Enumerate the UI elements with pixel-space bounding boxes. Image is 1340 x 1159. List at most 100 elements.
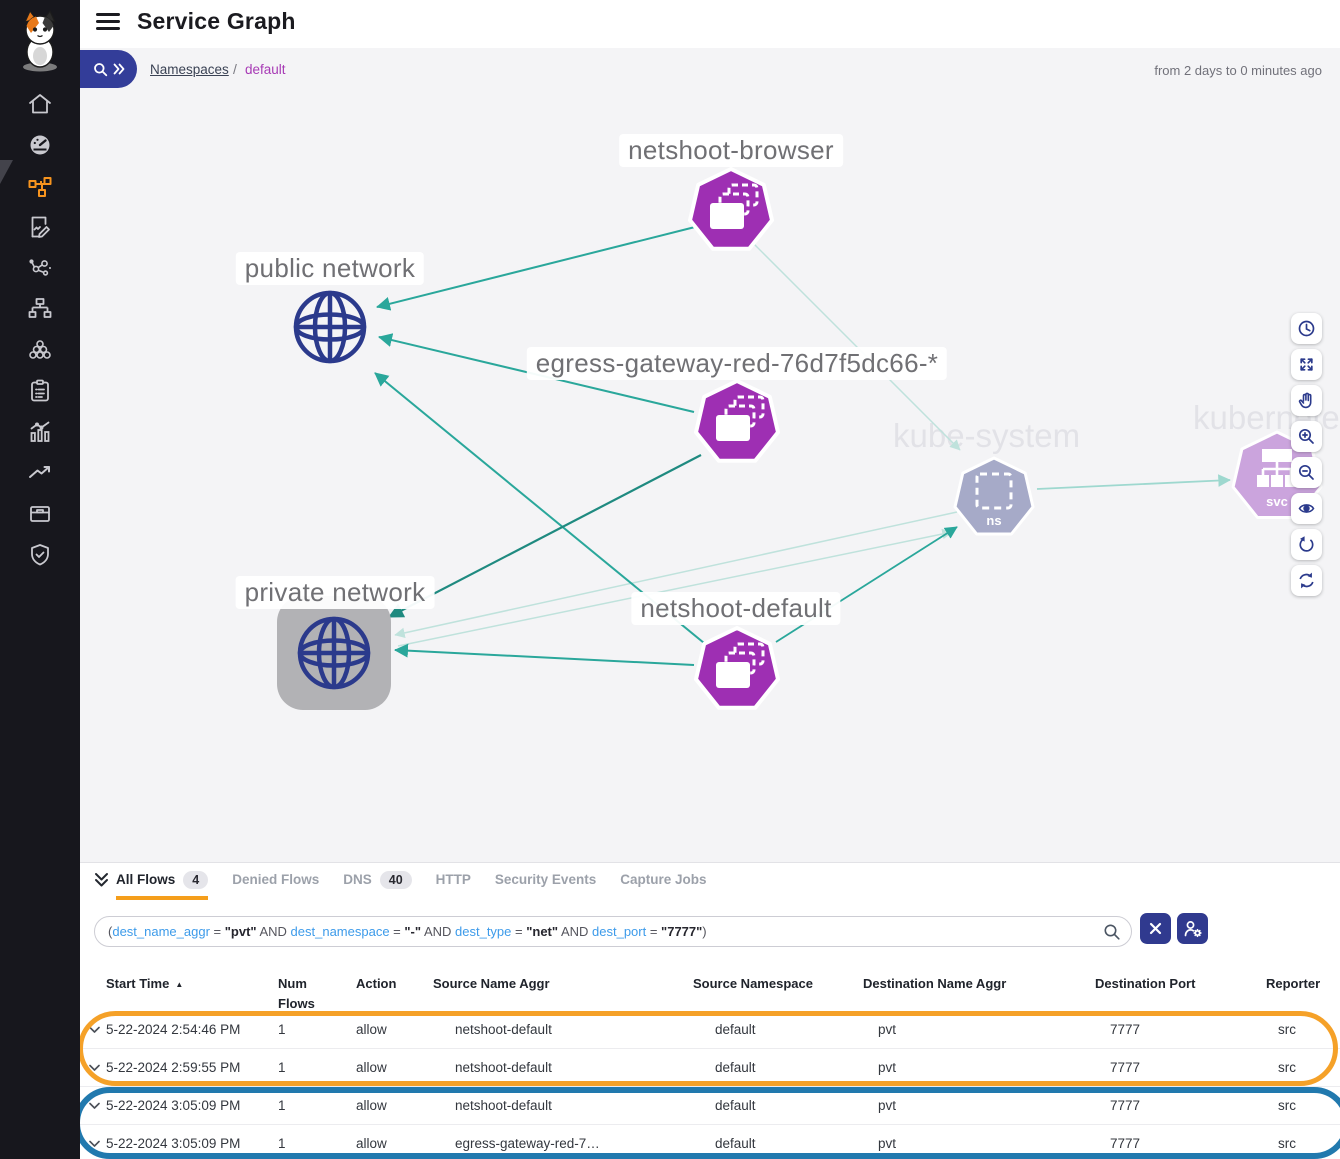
search-icon[interactable] bbox=[1103, 923, 1121, 941]
undo-icon bbox=[1297, 535, 1316, 554]
column-header-action[interactable]: Action bbox=[356, 961, 433, 1014]
filter-token-field: dest_port bbox=[592, 924, 646, 939]
active-section-wedge bbox=[0, 160, 13, 184]
column-header-source-name-aggr[interactable]: Source Name Aggr bbox=[433, 961, 693, 1014]
zoom-out-button[interactable] bbox=[1291, 457, 1322, 488]
cell-destination-port: 7777 bbox=[1095, 1136, 1266, 1151]
zoom-in-button[interactable] bbox=[1291, 421, 1322, 452]
filter-token-op: = bbox=[390, 924, 405, 939]
flows-tabs: All Flows4 Denied Flows DNS40 HTTP Security … bbox=[80, 863, 1340, 900]
cell-source-namespace: default bbox=[693, 1136, 863, 1151]
home-icon[interactable] bbox=[27, 91, 53, 117]
node-netshoot-default[interactable] bbox=[687, 620, 787, 720]
column-header-label: Source Namespace bbox=[693, 976, 813, 991]
cell-source-namespace: default bbox=[693, 1098, 863, 1113]
globe-icon bbox=[300, 619, 368, 687]
tab-all-flows[interactable]: All Flows4 bbox=[116, 863, 208, 900]
flow-row[interactable]: 5-22-2024 3:05:09 PM1allowegress-gateway… bbox=[80, 1124, 1340, 1159]
flow-row[interactable]: 5-22-2024 2:59:55 PM1allownetshoot-defau… bbox=[80, 1048, 1340, 1086]
node-private-network[interactable] bbox=[289, 608, 379, 698]
globe-icon bbox=[296, 293, 364, 361]
dashboard-icon[interactable] bbox=[27, 132, 53, 158]
undo-button[interactable] bbox=[1291, 529, 1322, 560]
fit-screen-button[interactable] bbox=[1291, 349, 1322, 380]
cell-action: allow bbox=[356, 1060, 433, 1075]
column-header-destination-name-aggr[interactable]: Destination Name Aggr bbox=[863, 961, 1095, 1014]
menu-icon[interactable] bbox=[96, 13, 120, 35]
tab-capture-jobs[interactable]: Capture Jobs bbox=[620, 863, 706, 900]
cell-reporter: src bbox=[1266, 1060, 1340, 1075]
cell-source-name-aggr: netshoot-default bbox=[433, 1098, 693, 1113]
column-header-reporter[interactable]: Reporter bbox=[1266, 961, 1340, 1014]
service-graph-canvas: Namespaces / default from 2 days to 0 mi… bbox=[80, 48, 1340, 862]
node-public-network[interactable] bbox=[285, 282, 375, 372]
cluster-icon[interactable] bbox=[27, 337, 53, 363]
clear-filter-button[interactable] bbox=[1140, 913, 1171, 944]
user-gear-icon bbox=[1183, 919, 1203, 939]
row-expander[interactable] bbox=[80, 1064, 106, 1072]
column-header-label: Action bbox=[356, 976, 396, 991]
breadcrumb-namespaces-link[interactable]: Namespaces bbox=[150, 62, 229, 77]
flow-row[interactable]: 5-22-2024 3:05:09 PM1allownetshoot-defau… bbox=[80, 1086, 1340, 1124]
graph-search-button[interactable] bbox=[80, 50, 137, 88]
storage-icon[interactable] bbox=[27, 501, 53, 527]
cell-destination-port: 7777 bbox=[1095, 1022, 1266, 1037]
cell-destination-port: 7777 bbox=[1095, 1098, 1266, 1113]
cell-num-flows: 1 bbox=[278, 1060, 356, 1075]
column-header-start-time[interactable]: Start Time▲ bbox=[106, 961, 278, 1014]
node-egress-gateway[interactable] bbox=[687, 373, 787, 473]
zoom-out-icon bbox=[1297, 463, 1316, 482]
cell-destination-name-aggr: pvt bbox=[863, 1098, 1095, 1113]
network-icon[interactable] bbox=[27, 255, 53, 281]
node-netshoot-browser[interactable] bbox=[681, 161, 781, 261]
column-header-source-namespace[interactable]: Source Namespace bbox=[693, 961, 863, 1014]
service-graph-icon[interactable] bbox=[27, 173, 53, 199]
cell-start-time: 5-22-2024 2:59:55 PM bbox=[106, 1060, 278, 1075]
trends-icon[interactable] bbox=[27, 460, 53, 486]
breadcrumb-separator: / bbox=[233, 61, 237, 77]
column-header-label: Start Time bbox=[106, 976, 169, 991]
node-label: netshoot-browser bbox=[619, 134, 843, 167]
tab-label: Capture Jobs bbox=[620, 872, 706, 887]
tab-count-badge: 40 bbox=[380, 871, 412, 889]
chevron-double-right-icon bbox=[113, 63, 125, 75]
filter-expression-input[interactable]: (dest_name_aggr = "pvt" AND dest_namespa… bbox=[94, 916, 1132, 947]
visibility-button[interactable] bbox=[1291, 493, 1322, 524]
filter-token-keyword: AND bbox=[558, 924, 592, 939]
tab-security-events[interactable]: Security Events bbox=[495, 863, 596, 900]
cell-source-namespace: default bbox=[693, 1060, 863, 1075]
cell-num-flows: 1 bbox=[278, 1022, 356, 1037]
pan-button[interactable] bbox=[1291, 385, 1322, 416]
time-button[interactable] bbox=[1291, 313, 1322, 344]
tab-dns[interactable]: DNS40 bbox=[343, 863, 411, 900]
filter-token-op: = bbox=[511, 924, 526, 939]
cell-destination-name-aggr: pvt bbox=[863, 1022, 1095, 1037]
flow-row[interactable]: 5-22-2024 2:54:46 PM1allownetshoot-defau… bbox=[80, 1011, 1340, 1048]
topology-icon[interactable] bbox=[27, 296, 53, 322]
column-header-destination-port[interactable]: Destination Port bbox=[1095, 961, 1266, 1014]
tab-label: HTTP bbox=[436, 872, 471, 887]
reports-icon[interactable] bbox=[27, 419, 53, 445]
column-header-label: Reporter bbox=[1266, 976, 1320, 991]
eye-icon bbox=[1297, 499, 1316, 518]
row-expander[interactable] bbox=[80, 1102, 106, 1110]
cell-num-flows: 1 bbox=[278, 1098, 356, 1113]
tab-label: All Flows bbox=[116, 872, 175, 887]
compliance-icon[interactable] bbox=[27, 378, 53, 404]
column-header-num-flows[interactable]: Num Flows bbox=[278, 961, 356, 1014]
refresh-icon bbox=[1297, 571, 1316, 590]
close-icon bbox=[1149, 922, 1162, 935]
tab-http[interactable]: HTTP bbox=[436, 863, 471, 900]
manage-columns-button[interactable] bbox=[1177, 913, 1208, 944]
policies-icon[interactable] bbox=[27, 214, 53, 240]
row-expander[interactable] bbox=[80, 1026, 106, 1034]
refresh-button[interactable] bbox=[1291, 565, 1322, 596]
tab-denied-flows[interactable]: Denied Flows bbox=[232, 863, 319, 900]
row-expander[interactable] bbox=[80, 1140, 106, 1148]
node-kube-system-namespace[interactable]: ns bbox=[944, 448, 1044, 548]
filter-token-value: "pvt" bbox=[225, 924, 257, 939]
security-icon[interactable] bbox=[27, 542, 53, 568]
node-label: netshoot-default bbox=[631, 592, 840, 625]
cell-reporter: src bbox=[1266, 1098, 1340, 1113]
node-label: private network bbox=[236, 576, 435, 609]
